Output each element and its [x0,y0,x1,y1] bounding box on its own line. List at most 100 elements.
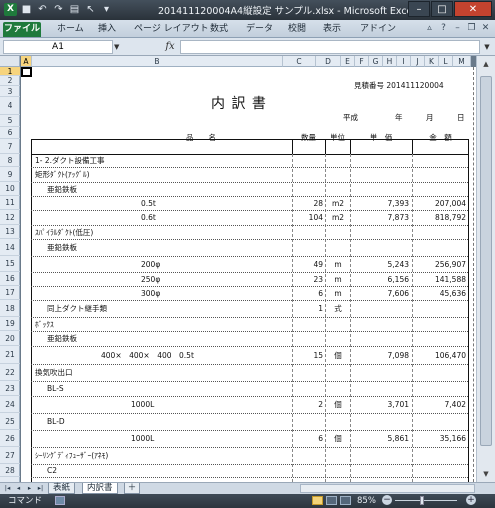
column-header-m[interactable]: M [453,56,471,67]
header-item: 品 名 [186,133,216,142]
page-break-view-button[interactable] [340,496,351,505]
pointer-icon[interactable]: ↖ [84,3,97,16]
active-cell-selection[interactable] [21,67,32,77]
row-header-20[interactable]: 20 [0,331,20,346]
formula-expand-icon[interactable]: ▼ [482,40,492,54]
name-box-dropdown-icon[interactable]: ▼ [114,40,124,54]
column-header-k[interactable]: K [425,56,439,67]
zoom-slider-thumb[interactable] [420,496,424,505]
row-header-15[interactable]: 15 [0,256,20,272]
ribbon-minimize-icon[interactable]: ▵ [424,23,435,34]
item-name: 亜鉛鉄板 [47,243,77,252]
tab-data[interactable]: データ [246,22,273,37]
workbook-restore-icon[interactable]: ❐ [466,23,477,34]
zoom-out-button[interactable]: − [382,495,392,505]
excel-app-icon[interactable]: X [4,3,17,16]
sheet-tab-cover[interactable]: 表紙 [48,483,76,494]
row-header-6[interactable]: 6 [0,127,20,139]
row-header-7[interactable]: 7 [0,139,20,154]
normal-view-button[interactable] [312,496,323,505]
customize-icon[interactable]: ▾ [100,3,113,16]
row-header-9[interactable]: 9 [0,167,20,182]
item-unit-price: 7,606 [387,288,409,298]
column-header-h[interactable]: H [383,56,397,67]
horizontal-scrollbar[interactable] [300,484,475,493]
row-header-14[interactable]: 14 [0,239,20,256]
tab-addins[interactable]: アドイン [360,22,396,37]
row-header-11[interactable]: 11 [0,196,20,210]
zoom-slider[interactable] [395,500,457,501]
row-header-26[interactable]: 26 [0,430,20,447]
row-header-18[interactable]: 18 [0,300,20,317]
tab-view[interactable]: 表示 [323,22,341,37]
column-header-e[interactable]: E [341,56,355,67]
row-header-3[interactable]: 3 [0,86,20,97]
row-header-17[interactable]: 17 [0,286,20,300]
scroll-up-icon[interactable]: ▲ [479,58,493,70]
item-unit-price: 7,873 [387,213,409,222]
item-qty: 1 [318,304,323,313]
last-sheet-icon[interactable]: ▸| [35,483,46,494]
row-header-16[interactable]: 16 [0,272,20,286]
save-icon[interactable]: ■ [20,3,33,16]
next-sheet-icon[interactable]: ▸ [24,483,35,494]
row-header-21[interactable]: 21 [0,346,20,364]
column-header-b[interactable]: B [32,56,283,67]
workbook-minimize-icon[interactable]: – [452,23,463,34]
row-header-25[interactable]: 25 [0,413,20,430]
row-header-10[interactable]: 10 [0,182,20,196]
worksheet-grid[interactable]: 見積番号 201411120004 内 訳 書 平成 年 月 日 品 名 数量 … [21,67,476,482]
page-layout-view-button[interactable] [326,496,337,505]
row-header-27[interactable]: 27 [0,447,20,464]
row-header-5[interactable]: 5 [0,115,20,127]
print-preview-icon[interactable]: ▤ [68,3,81,16]
vertical-scroll-thumb[interactable] [480,76,492,446]
insert-sheet-icon[interactable]: ＋ [124,483,140,494]
row-header-8[interactable]: 8 [0,154,20,167]
help-icon[interactable]: ? [438,23,449,34]
row-header-13[interactable]: 13 [0,225,20,239]
prev-sheet-icon[interactable]: ◂ [13,483,24,494]
tab-review[interactable]: 校閲 [288,22,306,37]
row-header-24[interactable]: 24 [0,396,20,413]
column-header-a[interactable]: A [21,56,32,67]
scroll-down-icon[interactable]: ▼ [479,468,493,480]
maximize-button[interactable]: □ [431,1,453,17]
item-qty: 15 [313,350,323,360]
insert-function-icon[interactable]: fx [162,40,178,54]
column-header-g[interactable]: G [369,56,383,67]
row-header-4[interactable]: 4 [0,97,20,115]
column-header-f[interactable]: F [355,56,369,67]
select-all-corner[interactable] [0,56,20,67]
column-header-i[interactable]: I [397,56,411,67]
row-header-22[interactable]: 22 [0,364,20,381]
row-header-1[interactable]: 1 [0,67,20,76]
row-header-2[interactable]: 2 [0,76,20,86]
formula-input[interactable] [180,40,480,54]
column-header-c[interactable]: C [283,56,316,67]
column-header-l[interactable]: L [439,56,453,67]
sheet-tab-breakdown[interactable]: 内訳書 [82,483,118,494]
tab-home[interactable]: ホーム [57,22,84,37]
tab-page-layout[interactable]: ページ レイアウト [134,22,209,37]
row-header-19[interactable]: 19 [0,317,20,331]
zoom-level[interactable]: 85% [357,495,376,507]
row-header-23[interactable]: 23 [0,381,20,396]
tab-insert[interactable]: 挿入 [98,22,116,37]
redo-icon[interactable]: ↷ [52,3,65,16]
tab-formulas[interactable]: 数式 [210,22,228,37]
zoom-in-button[interactable]: + [466,495,476,505]
undo-icon[interactable]: ↶ [36,3,49,16]
macro-record-icon[interactable] [55,496,65,505]
first-sheet-icon[interactable]: |◂ [2,483,13,494]
tab-file[interactable]: ファイル [3,22,41,37]
workbook-close-icon[interactable]: ✕ [480,23,491,34]
minimize-button[interactable]: – [408,1,430,17]
column-header-d[interactable]: D [316,56,341,67]
name-box[interactable]: A1 [3,40,113,54]
close-button[interactable]: ✕ [454,1,492,17]
column-header-j[interactable]: J [411,56,425,67]
row-header-12[interactable]: 12 [0,210,20,225]
vertical-scrollbar[interactable]: ▲ ▼ [476,56,495,484]
row-header-28[interactable]: 28 [0,464,20,477]
